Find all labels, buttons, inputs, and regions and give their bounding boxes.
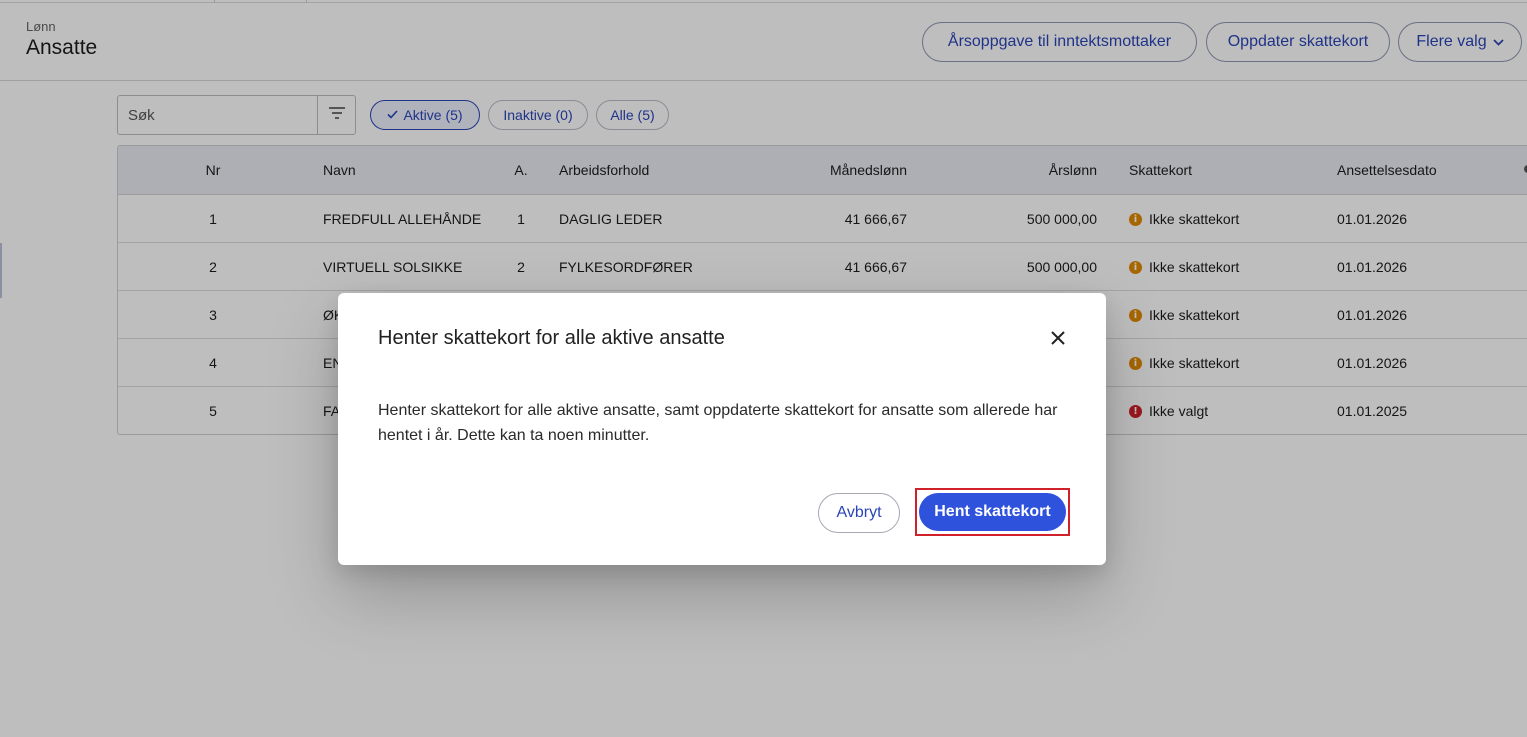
cancel-button[interactable]: Avbryt: [818, 493, 900, 533]
dialog-title: Henter skattekort for alle aktive ansatt…: [378, 327, 725, 349]
dialog-message: Henter skattekort for alle aktive ansatt…: [378, 402, 1058, 444]
fetch-skattekort-dialog: Henter skattekort for alle aktive ansatt…: [338, 293, 1106, 565]
hent-skattekort-button[interactable]: Hent skattekort: [919, 493, 1066, 531]
hent-skattekort-label: Hent skattekort: [934, 503, 1051, 520]
cancel-button-label: Avbryt: [836, 504, 882, 521]
highlight-box: Hent skattekort: [915, 488, 1070, 536]
close-icon[interactable]: [1046, 326, 1070, 350]
